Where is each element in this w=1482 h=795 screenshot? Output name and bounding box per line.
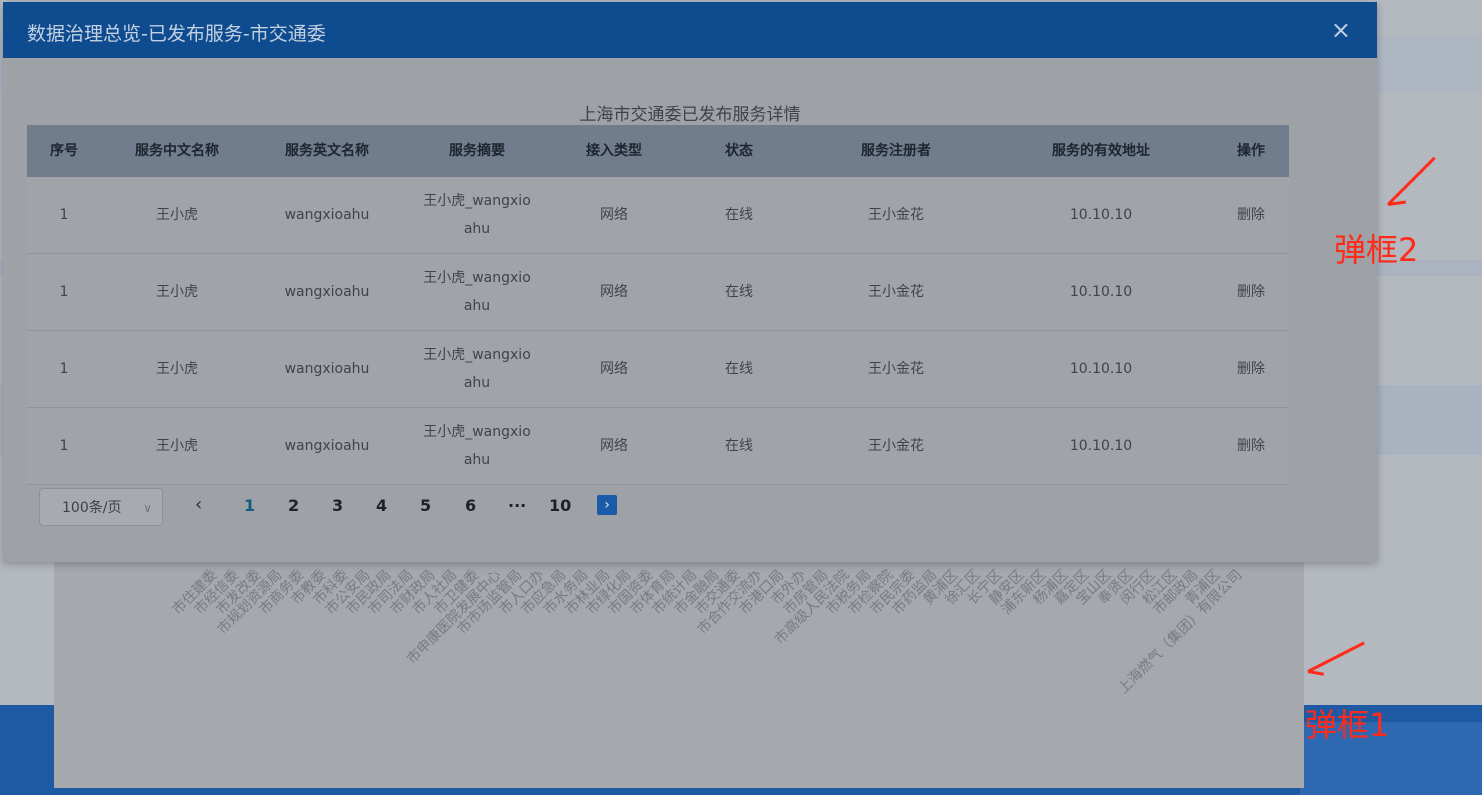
cell-registrant: 王小金花 (868, 438, 924, 454)
column-header-en-name: 服务英文名称 (285, 143, 369, 159)
cell-access-type: 网络 (600, 207, 628, 223)
table-row: 1 王小虎 wangxioahu 王小虎_wangxioahu 网络 在线 王小… (27, 408, 1289, 485)
page-3[interactable]: 3 (332, 496, 343, 515)
cell-index: 1 (59, 284, 69, 300)
page-size-value: 100条/页 (62, 500, 122, 516)
cell-cn-name: 王小虎 (156, 207, 198, 223)
page-2[interactable]: 2 (288, 496, 299, 515)
cell-en-name: wangxioahu (284, 361, 370, 377)
table-header-row: 序号 服务中文名称 服务英文名称 服务摘要 接入类型 状态 服务注册者 服务的有… (27, 125, 1289, 177)
cell-cn-name: 王小虎 (156, 284, 198, 300)
dialog-1: 市住建委 市经信委 市发改委 市规划资源局 市商务委 市教委 市科委 市公安局 市民政局 市司法局… (54, 540, 1304, 788)
delete-button[interactable]: 删除 (1213, 355, 1289, 383)
cell-index: 1 (59, 361, 69, 377)
cell-index: 1 (59, 438, 69, 454)
page-5[interactable]: 5 (420, 496, 431, 515)
cell-registrant: 王小金花 (868, 284, 924, 300)
cell-index: 1 (59, 207, 69, 223)
delete-button[interactable]: 删除 (1213, 201, 1289, 229)
cell-en-name: wangxioahu (284, 284, 370, 300)
cell-address: 10.10.10 (1069, 361, 1133, 377)
cell-registrant: 王小金花 (868, 361, 924, 377)
chevron-down-icon: ∨ (143, 501, 152, 515)
table-row: 1 王小虎 wangxioahu 王小虎_wangxioahu 网络 在线 王小… (27, 331, 1289, 408)
summary-text: 王小虎_wangxioahu (423, 193, 531, 237)
cell-summary: 王小虎_wangxioahu (401, 341, 553, 397)
summary-text: 王小虎_wangxioahu (423, 270, 531, 314)
page-ellipsis[interactable]: ··· (508, 496, 526, 515)
cell-en-name: wangxioahu (284, 207, 370, 223)
cell-en-name: wangxioahu (284, 438, 370, 454)
cell-status: 在线 (725, 207, 753, 223)
annotation-label-1: 弹框1 (1305, 706, 1390, 744)
cell-status: 在线 (725, 284, 753, 300)
table-row: 1 王小虎 wangxioahu 王小虎_wangxioahu 网络 在线 王小… (27, 177, 1289, 254)
page-1[interactable]: 1 (244, 496, 255, 515)
column-header-address: 服务的有效地址 (1052, 143, 1150, 159)
cell-address: 10.10.10 (1069, 284, 1133, 300)
dialog-title: 数据治理总览-已发布服务-市交通委 (27, 23, 326, 45)
table-caption: 上海市交通委已发布服务详情 (579, 105, 801, 125)
cell-cn-name: 王小虎 (156, 361, 198, 377)
page-4[interactable]: 4 (376, 496, 387, 515)
dialog-header: 数据治理总览-已发布服务-市交通委 × (3, 2, 1377, 58)
pagination: 100条/页 ∨ ‹ 1 2 3 4 5 6 ··· 10 › (39, 488, 1289, 526)
cell-registrant: 王小金花 (868, 207, 924, 223)
delete-button[interactable]: 删除 (1213, 278, 1289, 306)
cell-status: 在线 (725, 361, 753, 377)
next-page-icon[interactable]: › (597, 495, 617, 515)
rotated-axis-labels: 市住建委 市经信委 市发改委 市规划资源局 市商务委 市教委 市科委 市公安局 市民政局 市司法局… (54, 540, 1304, 788)
cell-access-type: 网络 (600, 284, 628, 300)
cell-summary: 王小虎_wangxioahu (401, 264, 553, 320)
delete-button[interactable]: 删除 (1213, 432, 1289, 460)
column-header-cn-name: 服务中文名称 (135, 143, 219, 159)
cell-summary: 王小虎_wangxioahu (401, 187, 553, 243)
column-header-summary: 服务摘要 (449, 143, 505, 159)
summary-text: 王小虎_wangxioahu (423, 347, 531, 391)
cell-access-type: 网络 (600, 438, 628, 454)
column-header-access-type: 接入类型 (586, 143, 642, 159)
cell-summary: 王小虎_wangxioahu (401, 418, 553, 474)
prev-page-icon[interactable]: ‹ (195, 494, 202, 515)
close-icon[interactable]: × (1331, 16, 1351, 44)
column-header-registrant: 服务注册者 (861, 143, 931, 159)
page-size-select[interactable]: 100条/页 ∨ (39, 488, 163, 526)
column-header-status: 状态 (725, 143, 753, 159)
column-header-action: 操作 (1237, 143, 1265, 159)
cell-status: 在线 (725, 438, 753, 454)
column-header-index: 序号 (50, 143, 78, 159)
summary-text: 王小虎_wangxioahu (423, 424, 531, 468)
cell-cn-name: 王小虎 (156, 438, 198, 454)
dialog-2: 数据治理总览-已发布服务-市交通委 × 上海市交通委已发布服务详情 序号 服务中… (3, 2, 1377, 562)
services-table: 序号 服务中文名称 服务英文名称 服务摘要 接入类型 状态 服务注册者 服务的有… (27, 125, 1289, 485)
cell-address: 10.10.10 (1069, 207, 1133, 223)
cell-address: 10.10.10 (1069, 438, 1133, 454)
table-row: 1 王小虎 wangxioahu 王小虎_wangxioahu 网络 在线 王小… (27, 254, 1289, 331)
cell-access-type: 网络 (600, 361, 628, 377)
page-6[interactable]: 6 (465, 496, 476, 515)
annotation-label-2: 弹框2 (1334, 231, 1419, 269)
page-10[interactable]: 10 (549, 496, 571, 515)
